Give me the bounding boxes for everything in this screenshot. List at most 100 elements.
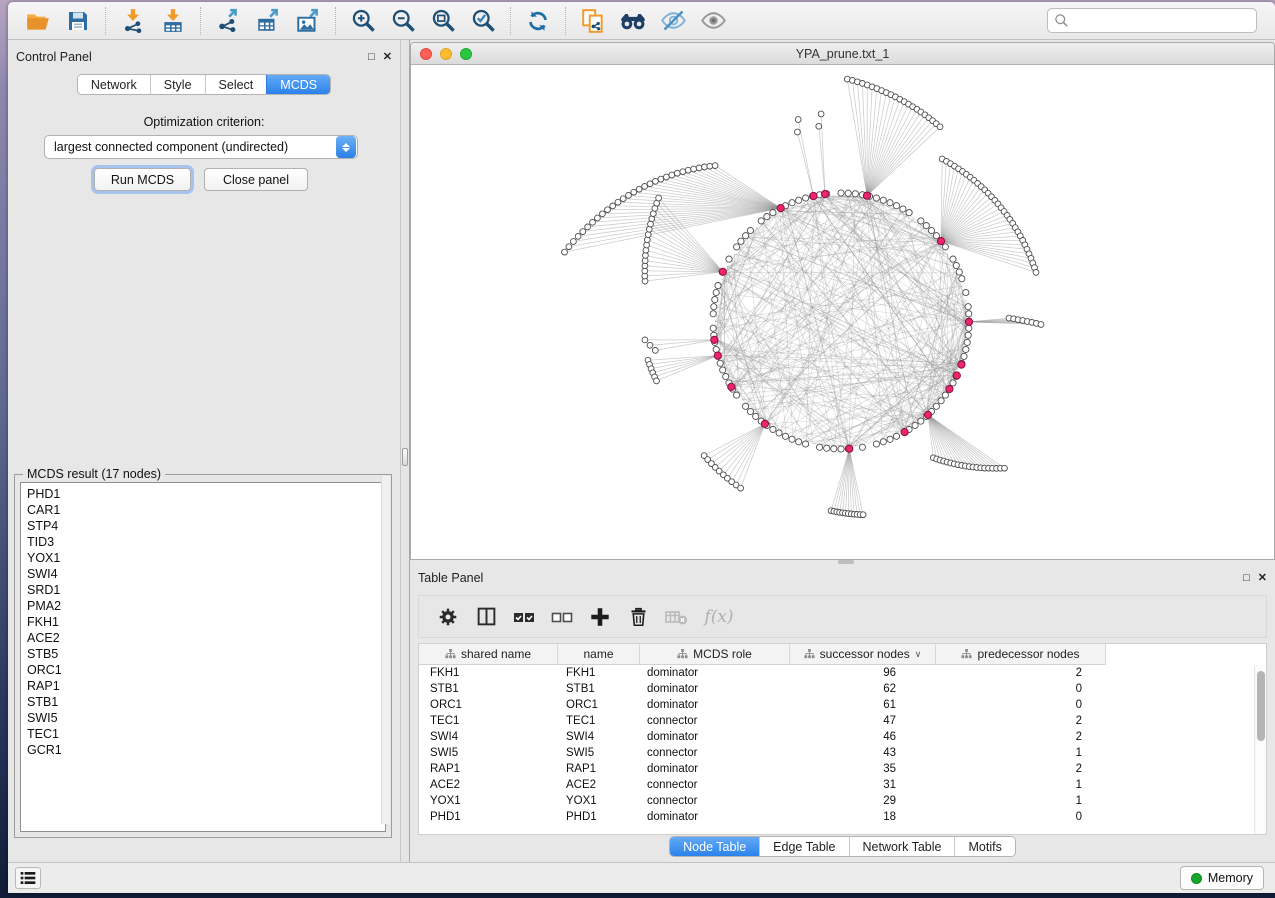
table-cell: PHD1 bbox=[419, 811, 558, 823]
tab-network[interactable]: Network bbox=[78, 75, 150, 94]
window-zoom-icon[interactable] bbox=[460, 48, 472, 60]
table-cell: 96 bbox=[790, 667, 936, 679]
column-type-icon bbox=[804, 649, 815, 660]
network-canvas[interactable] bbox=[411, 65, 1275, 560]
control-panel-title: Control Panel bbox=[16, 50, 92, 64]
mcds-result-item[interactable]: RAP1 bbox=[27, 678, 385, 694]
table-row[interactable]: PHD1PHD1dominator180 bbox=[419, 809, 1266, 825]
mcds-result-list[interactable]: PHD1CAR1STP4TID3YOX1SWI4SRD1PMA2FKH1ACE2… bbox=[20, 482, 386, 832]
column-header-predecessor-nodes[interactable]: predecessor nodes bbox=[936, 644, 1106, 664]
mcds-result-item[interactable]: GCR1 bbox=[27, 742, 385, 758]
mcds-result-item[interactable]: STB1 bbox=[27, 694, 385, 710]
tab-network-table[interactable]: Network Table bbox=[849, 837, 955, 856]
table-row[interactable]: TEC1TEC1connector472 bbox=[419, 713, 1266, 729]
import-network-icon[interactable] bbox=[113, 5, 153, 37]
show-columns-icon[interactable] bbox=[469, 600, 503, 634]
close-panel-button[interactable]: Close panel bbox=[204, 168, 308, 191]
table-row[interactable]: SWI5SWI5connector431 bbox=[419, 745, 1266, 761]
settings-icon[interactable] bbox=[431, 600, 465, 634]
table-row[interactable]: YOX1YOX1connector291 bbox=[419, 793, 1266, 809]
table-panel-grip[interactable] bbox=[838, 560, 854, 564]
column-label: successor nodes bbox=[820, 647, 910, 661]
mcds-result-item[interactable]: STP4 bbox=[27, 518, 385, 534]
table-row[interactable]: ORC1ORC1dominator610 bbox=[419, 697, 1266, 713]
table-row[interactable]: SWI4SWI4dominator462 bbox=[419, 729, 1266, 745]
deselect-all-icon[interactable] bbox=[545, 600, 579, 634]
table-header-row: shared namenameMCDS rolesuccessor nodes∨… bbox=[419, 644, 1106, 665]
network-titlebar[interactable]: YPA_prune.txt_1 bbox=[411, 43, 1274, 65]
float-panel-icon[interactable]: □ bbox=[368, 52, 375, 63]
column-header-name[interactable]: name bbox=[558, 644, 640, 664]
save-icon[interactable] bbox=[58, 5, 98, 37]
mcds-result-item[interactable]: PMA2 bbox=[27, 598, 385, 614]
splitter-handle-icon[interactable] bbox=[402, 448, 408, 466]
hide-selected-icon[interactable] bbox=[653, 5, 693, 37]
right-area: YPA_prune.txt_1 Table Panel □ ✕ bbox=[410, 40, 1275, 862]
table-row[interactable]: ACE2ACE2connector311 bbox=[419, 777, 1266, 793]
table-row[interactable]: FKH1FKH1dominator962 bbox=[419, 665, 1266, 681]
table-cell: dominator bbox=[640, 763, 790, 775]
zoom-fit-icon[interactable] bbox=[423, 5, 463, 37]
export-table-icon[interactable] bbox=[248, 5, 288, 37]
table-scrollbar[interactable] bbox=[1254, 665, 1266, 835]
table-cell: 18 bbox=[790, 811, 936, 823]
tab-mcds[interactable]: MCDS bbox=[266, 75, 330, 94]
panel-splitter[interactable] bbox=[400, 40, 410, 862]
close-panel-icon[interactable]: ✕ bbox=[383, 52, 392, 63]
run-mcds-button[interactable]: Run MCDS bbox=[94, 168, 191, 191]
zoom-out-icon[interactable] bbox=[383, 5, 423, 37]
table-tabs: Node Table Edge Table Network Table Moti… bbox=[410, 836, 1275, 857]
close-panel-icon[interactable]: ✕ bbox=[1258, 573, 1267, 584]
select-all-icon[interactable] bbox=[507, 600, 541, 634]
mcds-result-item[interactable]: PHD1 bbox=[27, 486, 385, 502]
mcds-result-item[interactable]: SWI4 bbox=[27, 566, 385, 582]
mcds-result-item[interactable]: FKH1 bbox=[27, 614, 385, 630]
mcds-result-item[interactable]: CAR1 bbox=[27, 502, 385, 518]
window-close-icon[interactable] bbox=[420, 48, 432, 60]
tab-style[interactable]: Style bbox=[150, 75, 205, 94]
export-image-icon[interactable] bbox=[288, 5, 328, 37]
show-all-icon[interactable] bbox=[693, 5, 733, 37]
optimization-criterion-label: Optimization criterion: bbox=[8, 115, 400, 129]
add-icon[interactable] bbox=[583, 600, 617, 634]
mcds-result-item[interactable]: TID3 bbox=[27, 534, 385, 550]
import-table-icon[interactable] bbox=[153, 5, 193, 37]
first-neighbors-icon[interactable] bbox=[613, 5, 653, 37]
refresh-icon[interactable] bbox=[518, 5, 558, 37]
table-cell: RAP1 bbox=[419, 763, 558, 775]
table-row[interactable]: RAP1RAP1dominator352 bbox=[419, 761, 1266, 777]
column-header-MCDS-role[interactable]: MCDS role bbox=[640, 644, 790, 664]
export-network-icon[interactable] bbox=[208, 5, 248, 37]
table-cell: STB1 bbox=[419, 683, 558, 695]
mcds-result-item[interactable]: YOX1 bbox=[27, 550, 385, 566]
clone-network-icon[interactable] bbox=[573, 5, 613, 37]
delete-icon[interactable] bbox=[621, 600, 655, 634]
open-icon[interactable] bbox=[18, 5, 58, 37]
task-history-icon[interactable] bbox=[15, 867, 41, 889]
zoom-selected-icon[interactable] bbox=[463, 5, 503, 37]
tab-select[interactable]: Select bbox=[205, 75, 267, 94]
zoom-in-icon[interactable] bbox=[343, 5, 383, 37]
table-row[interactable]: STB1STB1dominator620 bbox=[419, 681, 1266, 697]
tab-motifs[interactable]: Motifs bbox=[954, 837, 1014, 856]
table-scrollbar-thumb[interactable] bbox=[1257, 671, 1265, 741]
mcds-result-item[interactable]: SWI5 bbox=[27, 710, 385, 726]
float-panel-icon[interactable]: □ bbox=[1243, 573, 1250, 584]
tab-edge-table[interactable]: Edge Table bbox=[759, 837, 848, 856]
mcds-result-item[interactable]: SRD1 bbox=[27, 582, 385, 598]
mcds-list-scrollbar[interactable] bbox=[381, 476, 390, 824]
tab-node-table[interactable]: Node Table bbox=[670, 837, 759, 856]
mcds-result-item[interactable]: TEC1 bbox=[27, 726, 385, 742]
memory-button[interactable]: Memory bbox=[1180, 866, 1264, 890]
mcds-result-item[interactable]: ACE2 bbox=[27, 630, 385, 646]
criterion-dropdown[interactable]: largest connected component (undirected) bbox=[44, 135, 358, 159]
search-input[interactable] bbox=[1047, 8, 1257, 33]
column-header-successor-nodes[interactable]: successor nodes∨ bbox=[790, 644, 936, 664]
mcds-result-item[interactable]: ORC1 bbox=[27, 662, 385, 678]
table-cell: 1 bbox=[936, 795, 1106, 807]
column-header-shared-name[interactable]: shared name bbox=[419, 644, 558, 664]
window-minimize-icon[interactable] bbox=[440, 48, 452, 60]
mcds-result-item[interactable]: STB5 bbox=[27, 646, 385, 662]
table-cell: YOX1 bbox=[419, 795, 558, 807]
table-cell: SWI4 bbox=[558, 731, 640, 743]
